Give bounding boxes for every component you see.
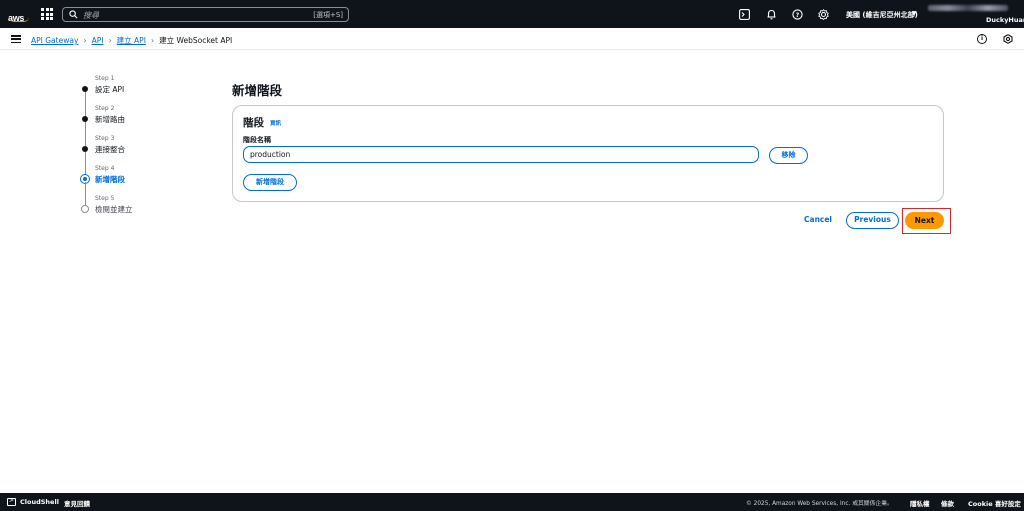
services-menu-icon[interactable] [41,8,53,20]
search-input[interactable]: 搜尋 [選項+S] [62,7,349,22]
stage-name-label: 階段名稱 [243,136,271,144]
step-number: Step 3 [95,135,115,142]
region-caret-icon: ▼ [912,10,917,17]
cookie-preferences-link[interactable]: Cookie 喜好設定 [968,498,1021,508]
cloudshell-icon[interactable] [739,9,750,20]
step-label: 設定 API [95,85,125,94]
feedback-link[interactable]: 意見回饋 [64,498,90,508]
top-navigation: aws 搜尋 [選項+S] ? 美國 (維吉尼亞州北部) ▼ DuckyHuan… [0,0,1024,28]
step-pending-dot-icon [81,205,89,213]
notifications-bell-icon[interactable] [766,9,777,20]
chevron-right-icon: › [108,36,112,45]
search-icon [69,10,78,19]
account-id-redacted [928,5,1008,11]
svg-text:?: ? [796,12,800,19]
wizard-step-1[interactable]: Step 1 設定 API [80,75,200,116]
wizard-step-4: Step 4 新增階段 [80,165,200,206]
search-placeholder: 搜尋 [83,11,99,20]
page-title: 新增階段 [232,83,283,98]
stage-name-input[interactable] [243,146,759,163]
cancel-button[interactable]: Cancel [804,215,832,224]
preferences-icon[interactable] [1003,34,1013,44]
settings-gear-icon[interactable] [818,9,829,20]
breadcrumb-bar: API Gateway › API › 建立 API › 建立 WebSocke… [0,28,1024,50]
step-number: Step 1 [95,75,115,82]
aws-smile-mark [9,17,29,22]
help-icon[interactable]: ? [792,9,803,20]
hamburger-menu-icon[interactable] [11,35,21,44]
region-selector[interactable]: 美國 (維吉尼亞州北部) [846,10,918,20]
step-label: 連接整合 [95,145,125,154]
privacy-link[interactable]: 隱私權 [910,498,930,508]
copyright-text: © 2025, Amazon Web Services, Inc. 或其關係企業… [746,501,893,507]
wizard-step-5: Step 5 檢閱並建立 [80,195,200,225]
cloudshell-link[interactable]: CloudShell [20,498,59,506]
breadcrumb-create-api[interactable]: 建立 API [117,35,146,46]
info-link[interactable]: 資訊 [270,119,281,127]
search-shortcut: [選項+S] [313,11,343,19]
account-menu[interactable]: DuckyHuang [986,16,1024,24]
breadcrumb-api-gateway[interactable]: API Gateway [31,36,78,45]
wizard-step-3[interactable]: Step 3 連接整合 [80,135,200,176]
stage-container: 階段 資訊 階段名稱 移除 新增階段 [232,105,944,202]
step-number: Step 4 [95,165,115,172]
step-label: 檢閱並建立 [95,205,133,214]
breadcrumb: API Gateway › API › 建立 API › 建立 WebSocke… [31,35,232,46]
info-panel-icon[interactable]: i [977,34,987,44]
previous-button[interactable]: Previous [846,212,899,229]
next-button[interactable]: Next [905,212,944,229]
add-stage-button[interactable]: 新增階段 [243,174,297,191]
chevron-right-icon: › [83,36,87,45]
breadcrumb-api[interactable]: API [92,36,104,45]
wizard-step-2[interactable]: Step 2 新增路由 [80,105,200,146]
wizard-steps: Step 1 設定 API Step 2 新增路由 Step 3 連接整合 St… [80,75,200,225]
step-number: Step 2 [95,105,115,112]
terms-link[interactable]: 條款 [941,498,954,508]
step-label: 新增階段 [95,175,125,184]
breadcrumb-current: 建立 WebSocket API [159,36,233,45]
remove-stage-button[interactable]: 移除 [769,147,808,164]
step-label: 新增路由 [95,115,125,124]
step-number: Step 5 [95,195,115,202]
footer: CloudShell 意見回饋 © 2025, Amazon Web Servi… [0,493,1024,511]
aws-logo[interactable]: aws [8,6,30,23]
container-title: 階段 [243,117,264,129]
cloudshell-icon[interactable] [7,497,16,506]
chevron-right-icon: › [150,36,155,45]
